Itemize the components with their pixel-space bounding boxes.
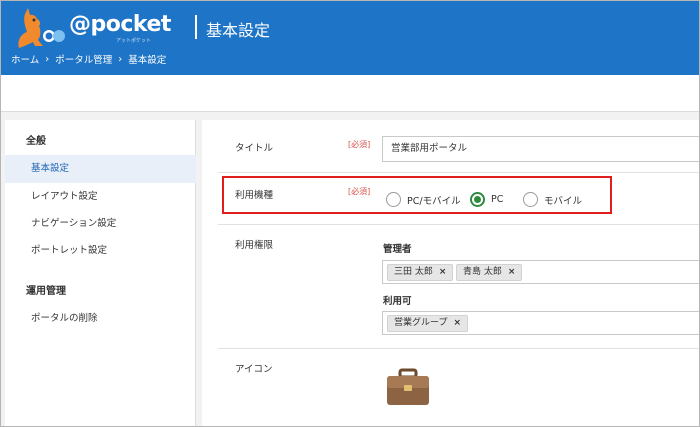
- chip-label: 営業グループ: [394, 318, 448, 328]
- radio-pc[interactable]: PC: [470, 192, 503, 207]
- permission-label: 利用権限: [235, 240, 274, 251]
- title-label: タイトル: [235, 143, 274, 154]
- logo-subtext: アットポケット: [116, 38, 152, 44]
- remove-icon[interactable]: ×: [508, 267, 516, 277]
- radio-mobile[interactable]: モバイル: [523, 192, 582, 207]
- radio-label: PC/モバイル: [407, 195, 461, 207]
- required-badge: [必須]: [348, 140, 371, 149]
- admin-chip: 三田 太郎 ×: [387, 264, 454, 281]
- radio-button-selected[interactable]: [470, 192, 485, 207]
- row-divider: [218, 172, 699, 173]
- radio-button[interactable]: [523, 192, 538, 207]
- chevron-right-icon: ›: [118, 53, 123, 65]
- settings-form: タイトル [必須] 営業部用ポータル 利用機種 [必須] PC/モバイル PC …: [202, 120, 699, 426]
- breadcrumb-portal-admin[interactable]: ポータル管理: [55, 52, 112, 66]
- admin-chip-input[interactable]: 三田 太郎 × 青島 太郎 ×: [382, 260, 699, 284]
- required-badge: [必須]: [348, 187, 371, 196]
- chevron-right-icon: ›: [45, 53, 50, 65]
- breadcrumb-current: 基本設定: [128, 55, 167, 66]
- admin-label: 管理者: [383, 244, 412, 255]
- sidebar-heading-operations: 運用管理: [26, 286, 66, 297]
- users-label: 利用可: [383, 296, 412, 307]
- chip-label: 三田 太郎: [394, 267, 433, 277]
- device-label: 利用機種: [235, 190, 274, 201]
- kangaroo-logo-icon: [18, 8, 65, 48]
- sidebar-item-layout-settings[interactable]: レイアウト設定: [5, 183, 196, 211]
- header-separator: [195, 15, 197, 39]
- radio-label: PC: [491, 194, 504, 205]
- breadcrumb-home[interactable]: ホーム: [11, 52, 39, 66]
- page-title: 基本設定: [206, 21, 271, 40]
- sidebar-item-navigation-settings[interactable]: ナビゲーション設定: [5, 210, 196, 238]
- remove-icon[interactable]: ×: [439, 267, 447, 277]
- breadcrumb: ホーム › ポータル管理 › 基本設定: [11, 52, 167, 67]
- users-chip-input[interactable]: 営業グループ ×: [382, 311, 699, 335]
- chip-label: 青島 太郎: [463, 267, 502, 277]
- sidebar-heading-general: 全般: [26, 136, 46, 147]
- icon-label: アイコン: [235, 364, 273, 375]
- app-window: @pocket アットポケット 基本設定 ホーム › ポータル管理 › 基本設定…: [0, 0, 700, 427]
- radio-label: モバイル: [544, 195, 583, 207]
- briefcase-icon[interactable]: [386, 368, 430, 406]
- remove-icon[interactable]: ×: [453, 318, 461, 328]
- sidebar-item-basic-settings[interactable]: 基本設定: [5, 155, 196, 183]
- sidebar-item-delete-portal[interactable]: ポータルの削除: [5, 305, 196, 333]
- admin-chip: 青島 太郎 ×: [456, 264, 523, 281]
- row-divider: [218, 224, 699, 225]
- toolbar: [1, 75, 699, 112]
- title-input[interactable]: 営業部用ポータル: [382, 136, 699, 162]
- radio-button[interactable]: [386, 192, 401, 207]
- logo-wordmark: @pocket: [69, 12, 171, 37]
- users-chip: 営業グループ ×: [387, 315, 469, 332]
- radio-pc-mobile[interactable]: PC/モバイル: [386, 192, 461, 207]
- sidebar-item-portlet-settings[interactable]: ポートレット設定: [5, 237, 196, 265]
- app-header: @pocket アットポケット 基本設定 ホーム › ポータル管理 › 基本設定: [1, 1, 699, 75]
- row-divider: [218, 348, 699, 349]
- sidebar: 全般 基本設定 レイアウト設定 ナビゲーション設定 ポートレット設定 運用管理 …: [5, 120, 196, 426]
